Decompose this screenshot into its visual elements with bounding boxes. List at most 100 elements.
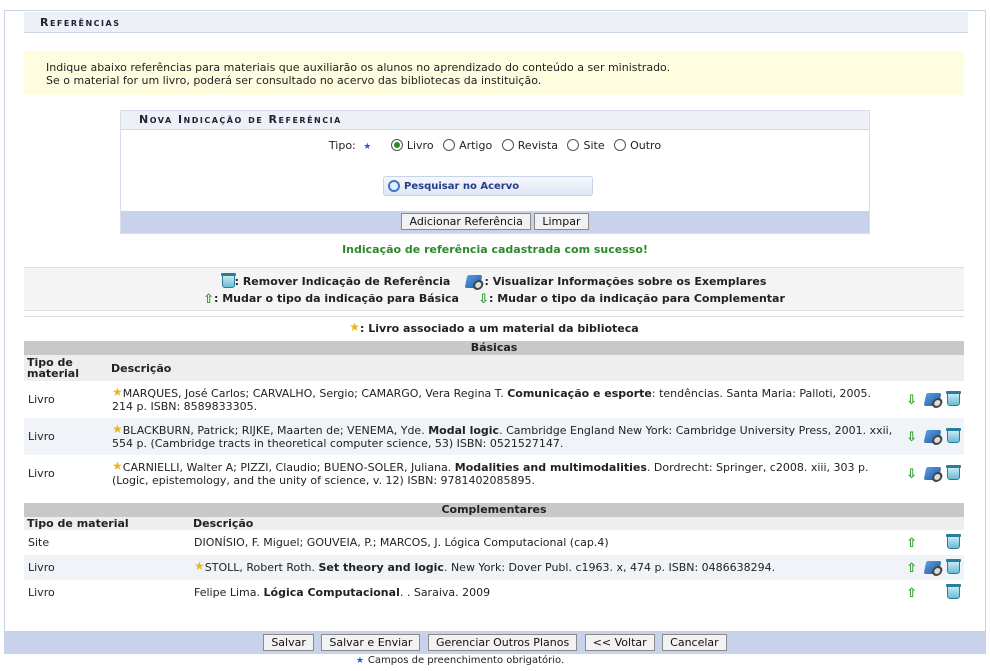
move-to-basic-icon[interactable]: ⇧ [906,536,917,551]
save-and-send-button[interactable]: Salvar e Enviar [321,634,421,651]
radio-revista-label[interactable]: Revista [518,139,558,152]
search-collection-label: Pesquisar no Acervo [404,181,520,192]
row-type: Livro [24,381,108,418]
table-row: Livro ★STOLL, Robert Roth. Set theory an… [24,555,964,580]
view-copies-icon[interactable] [923,393,941,406]
required-star-icon: ★ [355,656,364,666]
complementary-section-title: Complementares [24,503,964,517]
legend-view: : Visualizar Informações sobre os Exempl… [484,275,767,288]
complementary-references-table: Tipo de material Descrição Site DIONÍSIO… [24,517,964,605]
column-header-description: Descrição [190,517,899,530]
column-header-type: Tipo de material [24,355,108,381]
table-row: Site DIONÍSIO, F. Miguel; GOUVEIA, P.; M… [24,530,964,555]
back-button[interactable]: << Voltar [584,634,655,651]
tipo-row: Tipo: ★ Livro Artigo Revista Site Outro [121,139,869,152]
row-description: ★STOLL, Robert Roth. Set theory and logi… [190,555,899,580]
success-message: Indicação de referência cadastrada com s… [342,243,648,256]
radio-site-label[interactable]: Site [583,139,604,152]
row-type: Livro [24,418,108,455]
required-fields-note: ★ Campos de preenchimento obrigatório. [0,655,920,666]
move-to-complementary-icon[interactable]: ⇩ [906,430,917,445]
row-type: Site [24,530,190,555]
remove-reference-icon[interactable] [946,584,961,599]
radio-artigo[interactable] [443,139,456,151]
table-row: Livro ★BLACKBURN, Patrick; RIJKE, Maarte… [24,418,964,455]
table-row: Livro ★MARQUES, José Carlos; CARVALHO, S… [24,381,964,418]
required-star-icon: ★ [363,142,372,152]
row-actions: ⇧ [898,555,964,580]
row-actions: ⇧ [898,580,964,605]
add-reference-button[interactable]: Adicionar Referência [401,213,531,230]
icon-legend: : Remover Indicação de Referência : Visu… [24,267,964,311]
remove-reference-icon[interactable] [946,534,961,549]
view-copies-icon[interactable] [923,467,941,480]
info-box: Indique abaixo referências para materiai… [24,51,964,95]
move-to-complementary-icon[interactable]: ⇩ [906,393,917,408]
page-footer: Salvar Salvar e Enviar Gerenciar Outros … [4,632,986,654]
view-copies-icon[interactable] [923,561,941,574]
new-reference-form: Nova Indicação de Referência Tipo: ★ Liv… [120,110,870,234]
radio-outro-label[interactable]: Outro [630,139,661,152]
row-type: Livro [24,555,190,580]
manage-other-plans-button[interactable]: Gerenciar Outros Planos [427,634,578,651]
required-note-text: Campos de preenchimento obrigatório. [367,655,565,666]
legend-library-book: : Livro associado a um material da bibli… [360,322,639,335]
search-icon [388,180,400,192]
arrow-up-icon: ⇧ [203,292,214,307]
view-copies-icon[interactable] [923,430,941,443]
row-actions: ⇩ [898,418,964,455]
table-header-row: Tipo de material Descrição [24,355,964,381]
column-header-description: Descrição [108,355,899,381]
row-description: ★BLACKBURN, Patrick; RIJKE, Maarten de; … [108,418,899,455]
library-star-icon: ★ [112,458,123,473]
form-title: Nova Indicação de Referência [121,111,869,130]
row-description: Felipe Lima. Lógica Computacional. . Sar… [190,580,899,605]
row-type: Livro [24,455,108,492]
cancel-button[interactable]: Cancelar [662,634,727,651]
row-actions: ⇧ [898,530,964,555]
legend-line-2: ⇧: Mudar o tipo da indicação para Básica… [24,292,964,307]
basic-references-table: Tipo de material Descrição Livro ★MARQUE… [24,355,964,492]
library-legend: ★: Livro associado a um material da bibl… [24,316,964,340]
table-row: Livro ★CARNIELLI, Walter A; PIZZI, Claud… [24,455,964,492]
radio-livro-label[interactable]: Livro [407,139,434,152]
legend-line-1: : Remover Indicação de Referência : Visu… [24,273,964,288]
row-description: ★MARQUES, José Carlos; CARVALHO, Sergio;… [108,381,899,418]
save-button[interactable]: Salvar [263,634,314,651]
info-line-2: Se o material for um livro, poderá ser c… [46,74,542,87]
row-actions: ⇩ [898,455,964,492]
table-row: Livro Felipe Lima. Lógica Computacional.… [24,580,964,605]
move-to-basic-icon[interactable]: ⇧ [906,586,917,601]
library-star-icon: ★ [194,559,205,573]
radio-livro[interactable] [390,139,403,151]
row-description: DIONÍSIO, F. Miguel; GOUVEIA, P.; MARCOS… [190,530,899,555]
tipo-label: Tipo: [328,139,356,152]
radio-artigo-label[interactable]: Artigo [459,139,492,152]
page-title: Referências [24,12,968,33]
move-to-basic-icon[interactable]: ⇧ [906,561,917,576]
clear-button[interactable]: Limpar [534,213,589,230]
remove-reference-icon[interactable] [946,391,961,406]
remove-reference-icon[interactable] [946,428,961,443]
trash-icon [220,273,236,288]
legend-to-complementary: : Mudar o tipo da indicação para Complem… [488,292,785,305]
library-star-icon: ★ [112,421,123,436]
radio-revista[interactable] [501,139,514,151]
info-line-1: Indique abaixo referências para materiai… [46,61,671,74]
radio-outro[interactable] [614,139,627,151]
column-header-type: Tipo de material [24,517,190,530]
library-star-icon: ★ [349,320,361,334]
remove-reference-icon[interactable] [946,559,961,574]
book-view-icon [464,275,483,288]
row-type: Livro [24,580,190,605]
row-actions: ⇩ [898,381,964,418]
legend-to-basic: : Mudar o tipo da indicação para Básica [214,292,459,305]
legend-remove: : Remover Indicação de Referência [234,275,451,288]
move-to-complementary-icon[interactable]: ⇩ [906,467,917,482]
row-description: ★CARNIELLI, Walter A; PIZZI, Claudio; BU… [108,455,899,492]
arrow-down-icon: ⇩ [478,292,489,307]
remove-reference-icon[interactable] [946,465,961,480]
search-collection-button[interactable]: Pesquisar no Acervo [383,176,593,196]
form-footer: Adicionar Referência Limpar [121,211,869,233]
radio-site[interactable] [567,139,580,151]
